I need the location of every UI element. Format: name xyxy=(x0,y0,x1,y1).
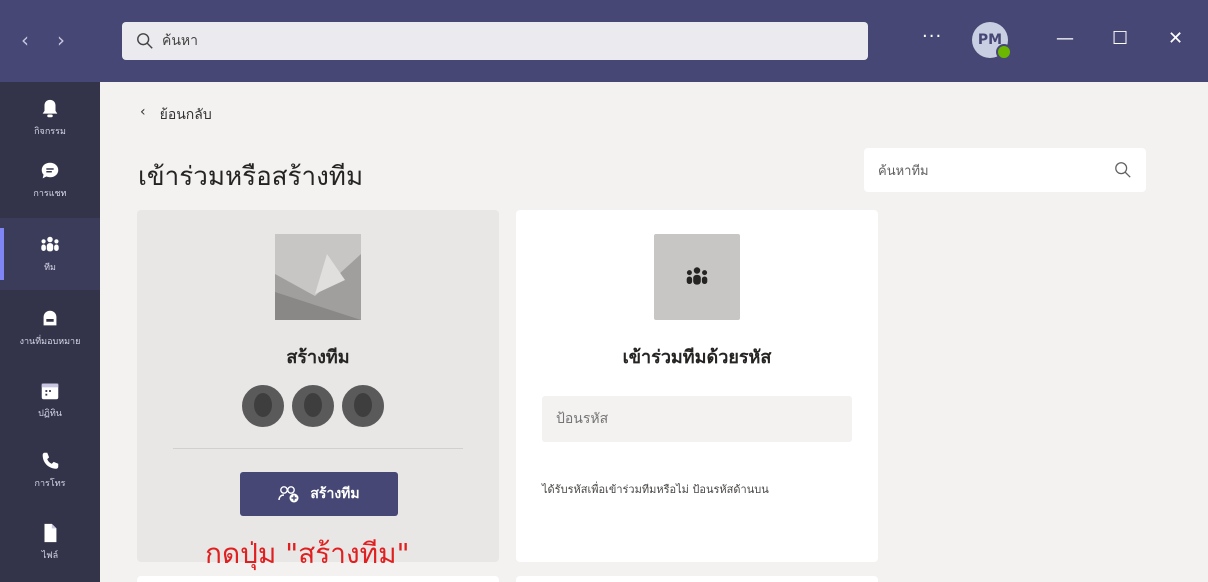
assignments-icon xyxy=(43,310,57,326)
card-peek-right xyxy=(516,576,878,582)
rail-label: การโทร xyxy=(34,479,66,489)
search-bar[interactable]: ค้นหา xyxy=(122,22,868,60)
search-icon xyxy=(137,33,153,49)
calendar-icon xyxy=(41,383,59,400)
back-link[interactable]: ‹ ย้อนกลับ xyxy=(140,104,212,126)
divider xyxy=(173,448,463,449)
phone-icon xyxy=(42,452,59,469)
rail-label: ไฟล์ xyxy=(41,551,59,561)
file-icon xyxy=(44,523,57,543)
rail-item-files[interactable]: ไฟล์ xyxy=(0,506,100,578)
chevron-left-icon: ‹ xyxy=(140,104,146,120)
team-search-input[interactable]: ค้นหาทีม xyxy=(864,148,1146,192)
nav-arrows: ‹ › xyxy=(18,28,68,52)
rail-label: ปฏิทิน xyxy=(38,409,62,419)
member-avatars xyxy=(239,382,387,430)
person-avatar-icon xyxy=(239,382,287,430)
create-team-button[interactable]: สร้างทีม xyxy=(240,472,398,516)
rail-label: กิจกรรม xyxy=(34,127,66,137)
image-placeholder-icon xyxy=(275,234,361,320)
instruction-annotation: กดปุ่ม "สร้างทีม" xyxy=(205,537,410,570)
search-placeholder: ค้นหา xyxy=(162,33,199,49)
team-code-input[interactable] xyxy=(542,396,852,442)
rail-label: ทีม xyxy=(44,263,56,273)
rail-item-calls[interactable]: การโทร xyxy=(0,434,100,506)
forward-arrow-icon[interactable]: › xyxy=(54,28,68,52)
rail-item-assignments[interactable]: งานที่มอบหมาย xyxy=(0,292,100,364)
rail-label: งานที่มอบหมาย xyxy=(19,337,81,347)
chat-icon xyxy=(41,162,59,179)
presence-status-icon xyxy=(996,44,1012,60)
more-options-icon[interactable]: ··· xyxy=(922,26,942,47)
rail-label: การแชท xyxy=(33,189,67,199)
card-peek-left xyxy=(137,576,499,582)
back-label: ย้อนกลับ xyxy=(159,107,212,123)
add-people-icon xyxy=(278,486,299,503)
search-icon xyxy=(1115,162,1131,178)
close-icon[interactable]: ✕ xyxy=(1168,28,1183,49)
rail-item-chat[interactable]: การแชท xyxy=(0,144,100,216)
rail-item-calendar[interactable]: ปฏิทิน xyxy=(0,364,100,436)
app-rail: กิจกรรม การแชท ทีม งานที่มอบหมาย ปฏิทิน … xyxy=(0,82,100,582)
bell-icon xyxy=(42,99,58,118)
create-team-button-label: สร้างทีม xyxy=(310,486,360,502)
team-search-placeholder: ค้นหาทีม xyxy=(878,163,929,179)
teams-icon xyxy=(41,236,59,252)
back-arrow-icon[interactable]: ‹ xyxy=(18,28,32,52)
person-avatar-icon xyxy=(289,382,337,430)
join-team-card: เข้าร่วมทีมด้วยรหัส ได้รับรหัสเพื่อเข้าร… xyxy=(516,210,878,562)
create-team-card: สร้างทีม สร้างทีม xyxy=(137,210,499,562)
person-avatar-icon xyxy=(339,382,387,430)
page-title: เข้าร่วมหรือสร้างทีม xyxy=(138,162,364,192)
maximize-icon[interactable]: ☐ xyxy=(1112,28,1128,49)
teams-icon xyxy=(686,267,708,285)
create-team-title: สร้างทีม xyxy=(286,347,350,368)
join-hint-text: ได้รับรหัสเพื่อเข้าร่วมทีมหรือไม่ ป้อนรห… xyxy=(542,483,769,496)
join-team-title: เข้าร่วมทีมด้วยรหัส xyxy=(622,347,772,368)
minimize-icon[interactable]: — xyxy=(1056,28,1074,49)
team-icon-tile xyxy=(654,234,740,320)
title-bar: ‹ › ค้นหา ··· PM — ☐ ✕ xyxy=(0,0,1208,82)
rail-item-teams[interactable]: ทีม xyxy=(0,218,100,290)
